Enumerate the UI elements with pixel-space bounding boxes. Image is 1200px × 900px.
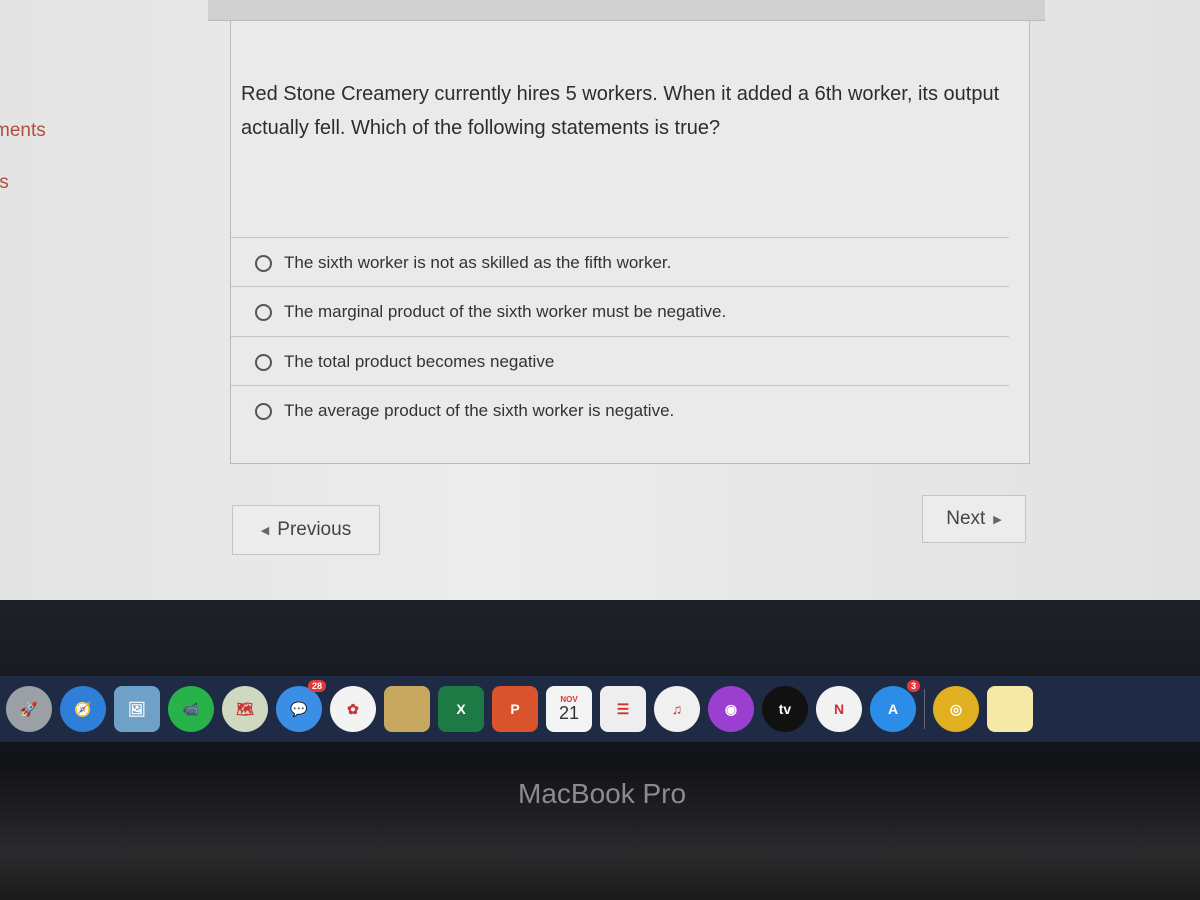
dock-app-chrome[interactable]: ◎ [933, 686, 979, 732]
answer-option[interactable]: The average product of the sixth worker … [231, 385, 1009, 436]
dock-separator [924, 689, 925, 729]
news-icon: N [833, 701, 845, 717]
maps-icon: 🗺 [236, 700, 254, 717]
dock-app-app-store[interactable]: A3 [870, 680, 920, 732]
answer-option[interactable]: The marginal product of the sixth worker… [231, 286, 1009, 337]
dock-app-facetime[interactable]: 📹 [168, 686, 214, 732]
question-text: Red Stone Creamery currently hires 5 wor… [241, 83, 1000, 139]
option-label: The sixth worker is not as skilled as th… [284, 253, 672, 272]
calendar-icon: NOV 21 [558, 696, 580, 723]
answer-option[interactable]: The sixth worker is not as skilled as th… [231, 237, 1009, 288]
dock-app-excel[interactable]: X [438, 686, 484, 732]
notification-badge: 3 [906, 680, 920, 692]
podcasts-icon: ◉ [724, 700, 738, 717]
reminders-icon: ☰ [616, 700, 630, 717]
apple-tv-icon: tv [778, 701, 792, 717]
dock-app-music[interactable]: ♫ [654, 686, 700, 732]
option-label: The average product of the sixth worker … [284, 401, 675, 420]
chevron-right-icon: ▶ [993, 513, 1002, 526]
chevron-left-icon: ◀ [260, 524, 270, 537]
dock-app-messages[interactable]: 💬 28 [276, 680, 326, 732]
radio-button[interactable] [255, 402, 272, 420]
safari-icon: 🧭 [74, 700, 92, 717]
answer-option[interactable]: The total product becomes negative [231, 336, 1009, 387]
question-card: Red Stone Creamery currently hires 5 wor… [230, 20, 1030, 464]
dock-app-calendar[interactable]: NOV 21 [546, 686, 592, 732]
next-button[interactable]: Next ▶ [922, 495, 1026, 543]
facetime-icon: 📹 [182, 700, 200, 717]
dock-app-apple-tv[interactable]: tv [762, 686, 808, 732]
radio-button[interactable] [255, 353, 272, 371]
sidebar-item[interactable]: ments [0, 120, 46, 142]
next-label: Next [946, 508, 986, 529]
dock-app-podcasts[interactable]: ◉ [708, 686, 754, 732]
dock-app-notes[interactable] [987, 686, 1033, 732]
dock-app-powerpoint[interactable]: P [492, 686, 538, 732]
chrome-icon: ◎ [949, 700, 963, 717]
previous-button[interactable]: ◀ Previous [232, 505, 380, 555]
photos-icon: ✿ [347, 700, 359, 717]
device-label: MacBook Pro [518, 778, 687, 809]
dock-app-photos[interactable]: ✿ [330, 686, 376, 732]
music-icon: ♫ [671, 701, 683, 717]
option-label: The total product becomes negative [284, 352, 555, 371]
option-label: The marginal product of the sixth worker… [284, 302, 727, 321]
calendar-day: 21 [558, 703, 580, 723]
previous-label: Previous [277, 519, 352, 540]
dock-app-news[interactable]: N [816, 686, 862, 732]
launchpad-icon: 🚀 [20, 700, 38, 717]
radio-button[interactable] [255, 254, 272, 272]
dock-app-reminders[interactable]: ☰ [600, 686, 646, 732]
powerpoint-icon: P [510, 701, 520, 717]
question-header [208, 0, 1045, 21]
dock-app-maps[interactable]: 🗺 [222, 686, 268, 732]
dock-app-preview[interactable]: 🖼 [114, 686, 160, 732]
notification-badge: 28 [307, 680, 326, 692]
sidebar-item[interactable]: ts [0, 172, 9, 194]
excel-icon: X [456, 701, 466, 717]
laptop-bezel [0, 600, 1200, 900]
preview-icon: 🖼 [128, 700, 146, 717]
browser-viewport: ments ts Red Stone Creamery currently hi… [0, 0, 1200, 600]
radio-button[interactable] [255, 303, 272, 321]
dock-app-launchpad[interactable]: 🚀 [6, 686, 52, 732]
dock-app-safari[interactable]: 🧭 [60, 686, 106, 732]
dock-app-notes-folder[interactable] [384, 686, 430, 732]
app-store-icon: A [887, 701, 899, 717]
dock: 🚀 🧭 🖼 📹 🗺 💬 28 ✿ X P NOV 21 ☰ ♫ ◉ tv N A 3 ◎ [0, 676, 1200, 742]
messages-icon: 💬 [290, 700, 308, 717]
